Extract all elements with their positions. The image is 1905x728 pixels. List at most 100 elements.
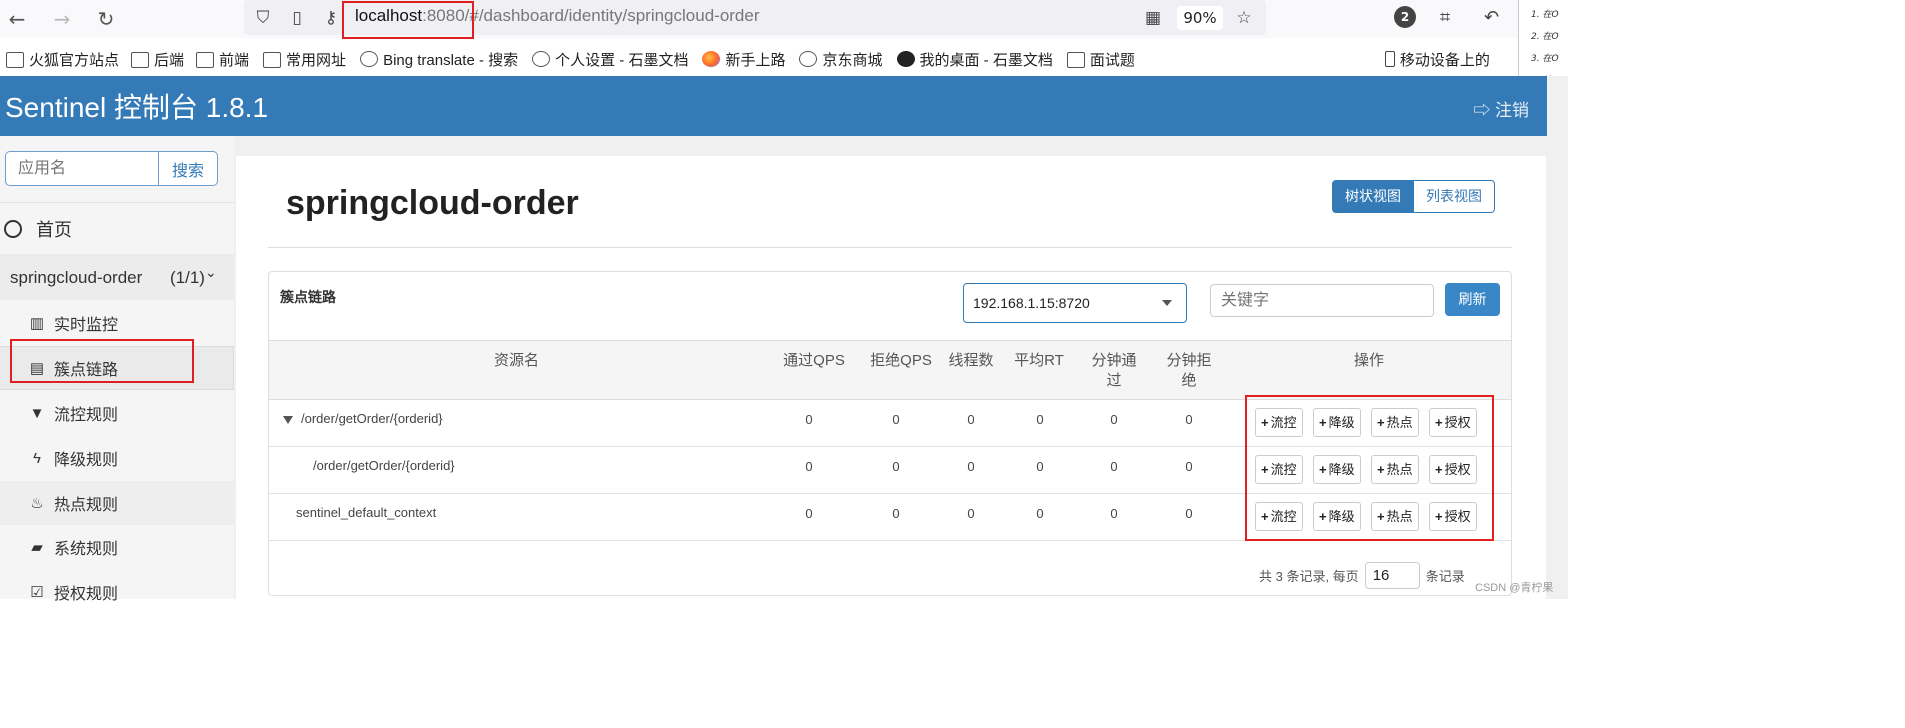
col-resource: 资源名 [493,352,539,369]
folder-icon [6,52,24,68]
bookmark-label: 火狐官方站点 [29,51,120,69]
col-pass-qps: 通过QPS [783,352,845,369]
page-size-input[interactable]: 16 [1364,562,1420,589]
folder-icon [1066,52,1085,68]
menu-highlight-box [10,339,194,383]
col-minute-pass-line2: 过 [1106,372,1122,389]
sidebar-item-degrade[interactable]: ϟ 降级规则 [0,436,234,480]
bookmark-item[interactable]: 个人设置 - 石墨文档 [532,49,688,70]
list-view-button[interactable]: 列表视图 [1414,180,1495,213]
bookmark-item[interactable]: 我的桌面 - 石墨文档 [896,49,1053,70]
bookmark-item[interactable]: 后端 [131,49,184,70]
sidebar-item-authority[interactable]: ☑ 授权规则 [0,570,234,614]
app-group-header[interactable]: springcloud-order (1/1) ⌄ [0,254,234,300]
reload-icon[interactable]: ↻ [93,6,119,32]
bookmark-label: 后端 [154,51,185,69]
bookmark-item[interactable]: 前端 [196,49,249,70]
folder-icon [263,52,282,68]
refresh-button[interactable]: 刷新 [1445,283,1500,316]
cell-threads: 0 [967,412,975,427]
undo-icon[interactable]: ↶ [1484,7,1499,28]
scrollbar[interactable] [1547,76,1568,599]
filter-icon: ▼ [29,404,45,422]
globe-icon [799,51,818,67]
folder-icon [131,52,150,68]
side-note-line: 1. 在O [1531,10,1559,20]
tree-view-button[interactable]: 树状视图 [1332,180,1414,213]
sidebar-item-system[interactable]: ▰ 系统规则 [0,525,234,569]
cell-minute-pass: 0 [1110,459,1118,474]
logout-link[interactable]: ⇨ 注销 [1473,96,1529,121]
col-minute-block: 分钟拒绝 [1159,351,1219,391]
cell-threads: 0 [967,459,975,474]
back-icon[interactable]: ← [4,6,30,32]
bookmark-label: 京东商城 [822,51,883,69]
app-search-button[interactable]: 搜索 [159,151,218,186]
sidebar-item-label: 系统规则 [54,541,119,558]
bookmark-star-icon[interactable]: ☆ [1233,7,1255,29]
sidebar-item-label: 降级规则 [54,452,119,469]
machine-select[interactable]: 192.168.1.15:8720 [963,283,1187,323]
cell-avg-rt: 0 [1036,506,1044,521]
bookmark-item[interactable]: 火狐官方站点 [6,49,119,70]
sidebar-item-label: 授权规则 [54,586,119,603]
shimo-icon [896,51,915,67]
lock-icon: ▰ [31,539,43,556]
col-threads: 线程数 [948,352,994,369]
collapse-triangle-icon[interactable] [283,415,293,424]
bar-chart-icon: ▥ [29,315,45,332]
bookmarks-bar: 火狐官方站点 后端 前端 常用网址 Bing translate - 搜索 个人… [0,44,1520,74]
url-highlight-box [342,1,474,39]
sidebar-item-label: 首页 [36,220,72,240]
app-title: Sentinel 控制台 1.8.1 [5,92,269,123]
table-header: 资源名 通过QPS 拒绝QPS 线程数 平均RT 分钟通过 分钟拒绝 操作 [269,340,1511,400]
bookmark-item[interactable]: Bing translate - 搜索 [360,49,518,70]
sidebar-item-flow[interactable]: ▼ 流控规则 [0,391,234,435]
app-header: Sentinel 控制台 1.8.1 ⇨ 注销 [0,76,1547,136]
zoom-level[interactable]: 90% [1177,6,1223,30]
app-search: 搜索 [5,151,218,186]
cell-minute-pass: 0 [1110,412,1118,427]
bookmark-item[interactable]: 常用网址 [263,49,346,70]
bookmark-item[interactable]: 面试题 [1066,49,1135,70]
cell-pass-qps: 0 [805,459,813,474]
resource-name[interactable]: /order/getOrder/{orderid} [283,411,443,426]
bookmark-label: 前端 [219,51,250,69]
globe-icon [360,51,379,67]
col-minute-block-line1: 分钟拒 [1166,352,1212,369]
bookmark-item[interactable]: 新手上路 [702,49,785,70]
cell-pass-qps: 0 [805,412,813,427]
cell-minute-block: 0 [1185,459,1193,474]
forward-icon[interactable]: → [49,6,75,32]
col-avg-rt: 平均RT [1014,352,1064,369]
bookmark-item[interactable]: 京东商城 [799,49,883,70]
mobile-icon [1384,51,1395,67]
logout-icon: ⇨ [1473,101,1495,120]
app-search-input[interactable] [5,151,159,186]
panel-title: 簇点链路 [280,289,336,305]
keyword-input[interactable] [1210,284,1434,317]
bookmark-item[interactable]: 移动设备上的 [1384,49,1490,70]
title-divider [268,247,1512,248]
logout-label: 注销 [1495,101,1529,120]
pagination: 共 3 条记录, 每页 16 条记录 [1259,562,1465,589]
qr-icon[interactable]: ▦ [1142,7,1164,29]
key-icon[interactable]: ⚷ [320,7,342,29]
machine-select-value: 192.168.1.15:8720 [973,295,1090,311]
extension-badge[interactable]: 2 [1394,6,1416,28]
cell-block-qps: 0 [892,459,900,474]
globe-icon [532,51,551,67]
sidebar-item-home[interactable]: 首页 [4,216,72,242]
cell-avg-rt: 0 [1036,412,1044,427]
folder-icon [196,52,215,68]
crop-icon[interactable]: ⌗ [1440,7,1450,28]
cell-block-qps: 0 [892,412,900,427]
col-minute-block-line2: 绝 [1181,372,1197,389]
bookmark-label: 移动设备上的 [1399,51,1490,69]
shield-icon[interactable]: ⛉ [252,7,274,29]
fire-icon: ♨ [30,495,44,512]
page-icon[interactable]: ▯ [286,7,308,29]
watermark: CSDN @青柠果 [1475,582,1554,594]
chevron-down-icon: ⌄ [205,264,217,280]
sidebar-item-paramflow[interactable]: ♨ 热点规则 [0,481,234,525]
